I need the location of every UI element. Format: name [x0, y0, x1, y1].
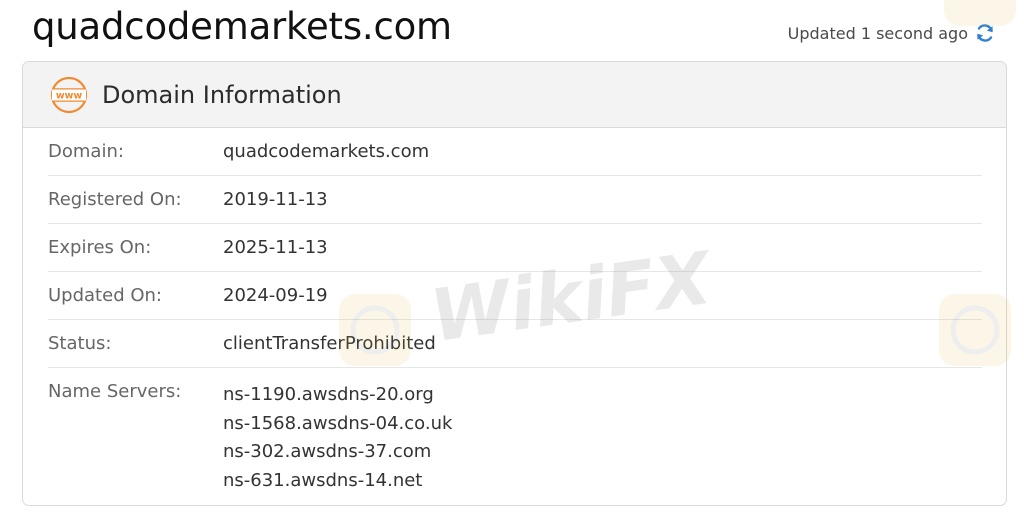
row-value: 2024-09-19: [223, 285, 328, 306]
card-title: Domain Information: [102, 80, 342, 109]
info-rows: Domain: quadcodemarkets.com Registered O…: [23, 128, 1006, 495]
row-value: clientTransferProhibited: [223, 333, 436, 354]
info-row-registered: Registered On: 2019-11-13: [48, 176, 982, 224]
name-server-item: ns-1190.awsdns-20.org: [223, 384, 434, 405]
row-label: Updated On:: [48, 285, 162, 306]
card-header: www Domain Information: [23, 62, 1006, 128]
row-value: 2019-11-13: [223, 189, 328, 210]
row-value: 2025-11-13: [223, 237, 328, 258]
page-title: quadcodemarkets.com: [32, 5, 452, 48]
info-row-status: Status: clientTransferProhibited: [48, 320, 982, 368]
row-label: Domain:: [48, 141, 124, 162]
row-value: quadcodemarkets.com: [223, 141, 430, 162]
refresh-icon[interactable]: [974, 22, 996, 44]
info-row-updated: Updated On: 2024-09-19: [48, 272, 982, 320]
www-icon: www: [49, 75, 89, 115]
name-server-list: ns-1190.awsdns-20.org ns-1568.awsdns-04.…: [223, 368, 452, 495]
updated-text: Updated 1 second ago: [787, 23, 968, 43]
name-server-item: ns-631.awsdns-14.net: [223, 469, 423, 491]
name-server-item: ns-1568.awsdns-04.co.uk: [223, 412, 453, 434]
domain-info-card: www Domain Information Domain: quadcodem…: [22, 61, 1007, 506]
info-row-expires: Expires On: 2025-11-13: [48, 224, 982, 272]
page: quadcodemarkets.com Updated 1 second ago…: [0, 0, 1024, 519]
row-label: Name Servers:: [48, 381, 182, 402]
row-label: Expires On:: [48, 237, 152, 258]
update-status: Updated 1 second ago: [788, 22, 996, 44]
row-label: Registered On:: [48, 189, 182, 210]
row-label: Status:: [48, 333, 112, 354]
info-row-name-servers: Name Servers: ns-1190.awsdns-20.org ns-1…: [48, 368, 982, 495]
info-row-domain: Domain: quadcodemarkets.com: [48, 128, 982, 176]
svg-text:www: www: [56, 90, 83, 101]
name-server-item: ns-302.awsdns-37.com: [223, 441, 432, 462]
